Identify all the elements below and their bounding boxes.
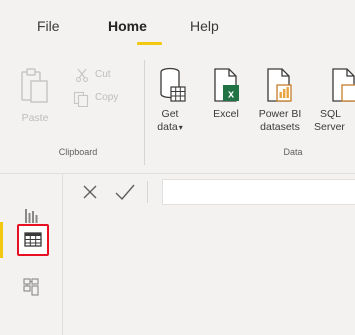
get-data-label: Get data▾ [150, 108, 190, 134]
tab-help[interactable]: Help [190, 18, 219, 34]
paste-label: Paste [21, 112, 49, 124]
tab-home[interactable]: Home [108, 18, 147, 34]
menu-tabs: File Home Help [0, 0, 355, 48]
power-bi-datasets-label-line1: Power BI [258, 108, 302, 120]
model-view-button[interactable] [14, 270, 48, 304]
sql-server-label: SQL Server [312, 108, 355, 134]
power-bi-datasets-label-line2: datasets [260, 121, 300, 133]
cancel-formula-button[interactable] [82, 184, 98, 200]
excel-icon: x [214, 68, 239, 102]
checkmark-icon [115, 184, 135, 201]
table-icon [24, 232, 42, 247]
database-icon [160, 67, 186, 102]
active-view-indicator [0, 222, 3, 258]
excel-label: Excel [213, 108, 239, 120]
sql-server-icon [332, 68, 355, 102]
power-bi-datasets-label: Power BI datasets [250, 108, 310, 134]
chevron-down-icon: ▾ [178, 123, 183, 132]
data-view-button[interactable] [17, 224, 49, 256]
ribbon-group-divider [144, 60, 145, 165]
power-bi-dataset-icon [267, 68, 292, 102]
sql-server-label-line2: Server [314, 121, 345, 133]
app-window: File Home Help Paste Cut Copy Clipboard [0, 0, 355, 335]
tab-file[interactable]: File [37, 18, 60, 34]
clipboard-group-label: Clipboard [58, 147, 98, 157]
paste-icon [21, 68, 48, 103]
close-icon [83, 185, 97, 199]
view-nav-divider [62, 174, 63, 335]
cut-label: Cut [95, 69, 111, 80]
svg-text:x: x [228, 89, 235, 101]
model-icon [23, 278, 39, 296]
formula-separator [147, 181, 148, 203]
ribbon-bottom-border [0, 173, 355, 174]
copy-button[interactable]: Copy [73, 91, 135, 107]
get-data-label-text: data [157, 121, 178, 133]
active-tab-indicator [137, 42, 162, 45]
copy-label: Copy [95, 92, 119, 103]
data-group-label: Data [283, 147, 303, 157]
scissors-icon [75, 68, 89, 82]
cut-button[interactable]: Cut [75, 68, 135, 82]
commit-formula-button[interactable] [114, 182, 136, 202]
get-data-label-line2: data▾ [150, 121, 190, 134]
copy-icon [73, 91, 89, 107]
sql-server-label-line1: SQL [320, 108, 342, 120]
formula-input[interactable] [162, 179, 355, 205]
get-data-label-line1: Get [161, 108, 179, 120]
